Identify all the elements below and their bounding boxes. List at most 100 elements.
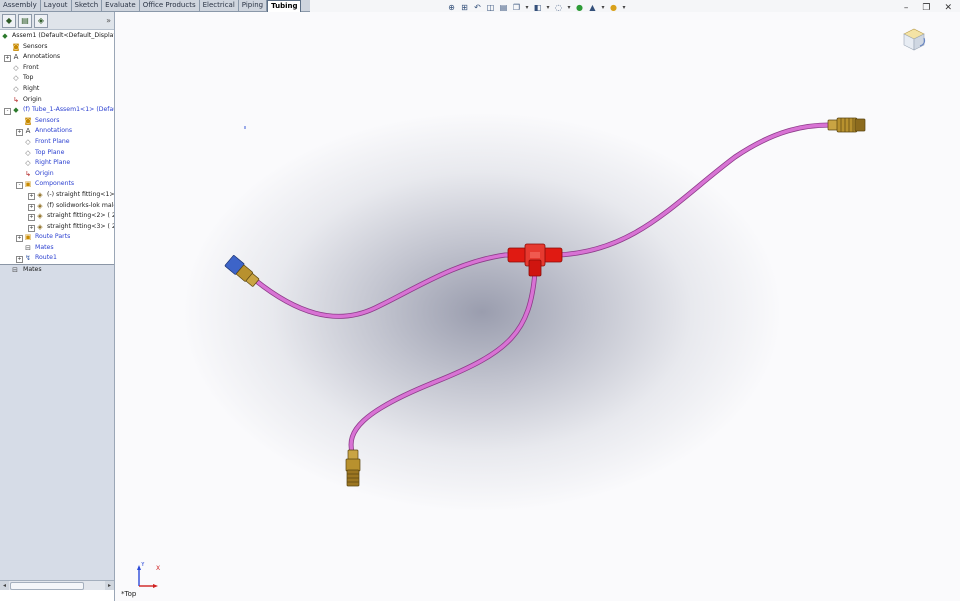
collapse-icon[interactable]: - bbox=[4, 108, 11, 116]
plane-icon: ◇ bbox=[25, 148, 31, 157]
tree-item-label: Mates bbox=[35, 243, 54, 251]
tree-item[interactable]: + ◈ straight fitting<2> ( 25 bbox=[0, 211, 114, 222]
tree-item[interactable]: + A Annotations bbox=[0, 126, 114, 137]
origin-icon: ↳ bbox=[13, 95, 19, 104]
tree-item[interactable]: ◇ Top bbox=[0, 73, 114, 84]
plane-icon: ◇ bbox=[25, 137, 31, 146]
tree-item[interactable]: + ↯ Route1 bbox=[0, 253, 114, 264]
plane-icon: ◇ bbox=[13, 84, 19, 93]
tree-item[interactable]: +◈ (f) solidworks-lok male b bbox=[0, 201, 114, 212]
tube-right-surface bbox=[555, 123, 832, 257]
tree-item[interactable]: ◙ Sensors bbox=[0, 116, 114, 127]
assembly-icon: ◆ bbox=[2, 32, 8, 40]
scroll-right-icon[interactable]: ▸ bbox=[105, 581, 114, 590]
tab-piping[interactable]: Piping bbox=[239, 0, 268, 11]
tree-item[interactable]: + ◈ (-) straight fitting<1> ( bbox=[0, 190, 114, 201]
edit-appearance-icon[interactable]: ● bbox=[574, 2, 585, 13]
collapse-icon[interactable]: - bbox=[16, 182, 23, 190]
tab-assembly[interactable]: Assembly bbox=[0, 0, 41, 11]
chevron-down-icon[interactable]: ▾ bbox=[600, 2, 606, 13]
tree-item-label: Top Plane bbox=[35, 148, 65, 156]
tree-item[interactable]: ◇ Front bbox=[0, 63, 114, 74]
triad-y-label: Y bbox=[140, 562, 145, 568]
tree-item[interactable]: + ◈ straight fitting<3> ( 25 bbox=[0, 222, 114, 233]
part-icon: ◈ bbox=[37, 201, 43, 210]
tube-assembly-model[interactable] bbox=[115, 12, 960, 601]
tree-root-label: Assem1 (Default<Default_Display S bbox=[12, 32, 114, 39]
expand-icon[interactable]: + bbox=[16, 256, 23, 264]
chevron-down-icon[interactable]: ▾ bbox=[566, 2, 572, 13]
expand-icon[interactable]: + bbox=[28, 224, 35, 232]
hide-show-icon[interactable]: ◌ bbox=[553, 2, 564, 13]
tree-root[interactable]: ◆ Assem1 (Default<Default_Display S bbox=[0, 31, 114, 42]
tab-sketch[interactable]: Sketch bbox=[72, 0, 103, 11]
tree-item[interactable]: ◇ Right bbox=[0, 84, 114, 95]
tree-item[interactable]: + A Annotations bbox=[0, 52, 114, 63]
expand-icon[interactable]: + bbox=[16, 235, 23, 243]
tree-item-label: Origin bbox=[23, 95, 42, 103]
graphics-area[interactable]: X Y *Top bbox=[115, 12, 960, 601]
expand-icon[interactable]: + bbox=[16, 129, 23, 137]
featuremanager-icon[interactable]: ◆ bbox=[2, 13, 16, 28]
tab-tubing[interactable]: Tubing bbox=[267, 0, 302, 12]
folder-icon: ▣ bbox=[24, 233, 32, 242]
expand-icon[interactable]: + bbox=[28, 214, 35, 222]
fitting-right bbox=[827, 117, 866, 133]
expand-panel-icon[interactable]: » bbox=[106, 16, 111, 25]
tree-item[interactable]: ◇ Front Plane bbox=[0, 137, 114, 148]
tree-item[interactable]: ⊟ Mates bbox=[0, 243, 114, 254]
chevron-down-icon[interactable]: ▾ bbox=[524, 2, 530, 13]
tab-electrical[interactable]: Electrical bbox=[200, 0, 239, 11]
feature-tree: ◆ Assem1 (Default<Default_Display S ◙ Sen… bbox=[0, 31, 114, 264]
tree-item-label: straight fitting<2> ( 25 bbox=[47, 212, 114, 220]
reference-triad: X Y bbox=[137, 562, 160, 588]
chevron-down-icon[interactable]: ▾ bbox=[621, 2, 627, 13]
panel-tab-bar: ◆ ▤ ◈ » bbox=[0, 12, 114, 30]
configurationmanager-icon[interactable]: ◈ bbox=[34, 13, 48, 28]
previous-view-icon[interactable]: ↶ bbox=[472, 2, 483, 13]
tube-left-surface bbox=[253, 253, 527, 318]
tree-item-label: (-) straight fitting<1> ( bbox=[47, 190, 114, 198]
chevron-down-icon[interactable]: ▾ bbox=[545, 2, 551, 13]
apply-scene-icon[interactable]: ▲ bbox=[587, 2, 598, 13]
tree-item[interactable]: + ▣ Route Parts bbox=[0, 232, 114, 243]
sensor-icon: ◙ bbox=[12, 42, 20, 51]
tab-layout[interactable]: Layout bbox=[41, 0, 72, 11]
tree-item[interactable]: ↳ Origin bbox=[0, 169, 114, 180]
section-view-icon[interactable]: ◫ bbox=[485, 2, 496, 13]
mates-label: Mates bbox=[23, 266, 42, 273]
tee-fitting bbox=[507, 243, 563, 277]
tree-item[interactable]: ◙ Sensors bbox=[0, 42, 114, 53]
expand-icon[interactable]: + bbox=[28, 203, 35, 211]
propertymanager-icon[interactable]: ▤ bbox=[18, 13, 32, 28]
tree-item-label: straight fitting<3> ( 25 bbox=[47, 222, 114, 230]
tree-item[interactable]: ↳ Origin bbox=[0, 95, 114, 106]
expand-icon[interactable]: + bbox=[28, 192, 35, 200]
tube-bottom-surface bbox=[349, 270, 537, 454]
mates-item[interactable]: ⊟ Mates bbox=[0, 265, 114, 276]
view-cube-icon[interactable] bbox=[900, 26, 930, 54]
tree-item-label: Sensors bbox=[23, 42, 48, 50]
view-settings-icon[interactable]: ● bbox=[608, 2, 619, 13]
display-style-icon[interactable]: ◧ bbox=[532, 2, 543, 13]
annotation-icon: A bbox=[25, 127, 31, 136]
scroll-thumb[interactable] bbox=[10, 582, 84, 590]
zoom-to-fit-icon[interactable]: ⊕ bbox=[446, 2, 457, 13]
view-orientation-icon[interactable]: ❐ bbox=[511, 2, 522, 13]
tab-evaluate[interactable]: Evaluate bbox=[102, 0, 140, 11]
tab-office-products[interactable]: Office Products bbox=[140, 0, 200, 11]
dynamic-annotation-icon[interactable]: ▤ bbox=[498, 2, 509, 13]
scroll-left-icon[interactable]: ◂ bbox=[0, 581, 9, 590]
part-icon: ◈ bbox=[37, 212, 43, 221]
folder-icon: ▣ bbox=[24, 180, 32, 189]
tree-item[interactable]: ◇ Right Plane bbox=[0, 158, 114, 169]
zoom-to-area-icon[interactable]: ⊞ bbox=[459, 2, 470, 13]
fitting-bottom bbox=[345, 449, 361, 487]
horizontal-scrollbar[interactable]: ◂ ▸ bbox=[0, 580, 114, 590]
tree-item-label: Top bbox=[23, 74, 34, 82]
triad-x-label: X bbox=[156, 565, 160, 572]
tree-item[interactable]: ◇ Top Plane bbox=[0, 148, 114, 159]
expand-icon[interactable]: + bbox=[4, 55, 11, 63]
tree-item[interactable]: - ▣ Components bbox=[0, 179, 114, 190]
tree-item[interactable]: - ◆ (f) Tube_1-Assem1<1> (Default bbox=[0, 105, 114, 116]
